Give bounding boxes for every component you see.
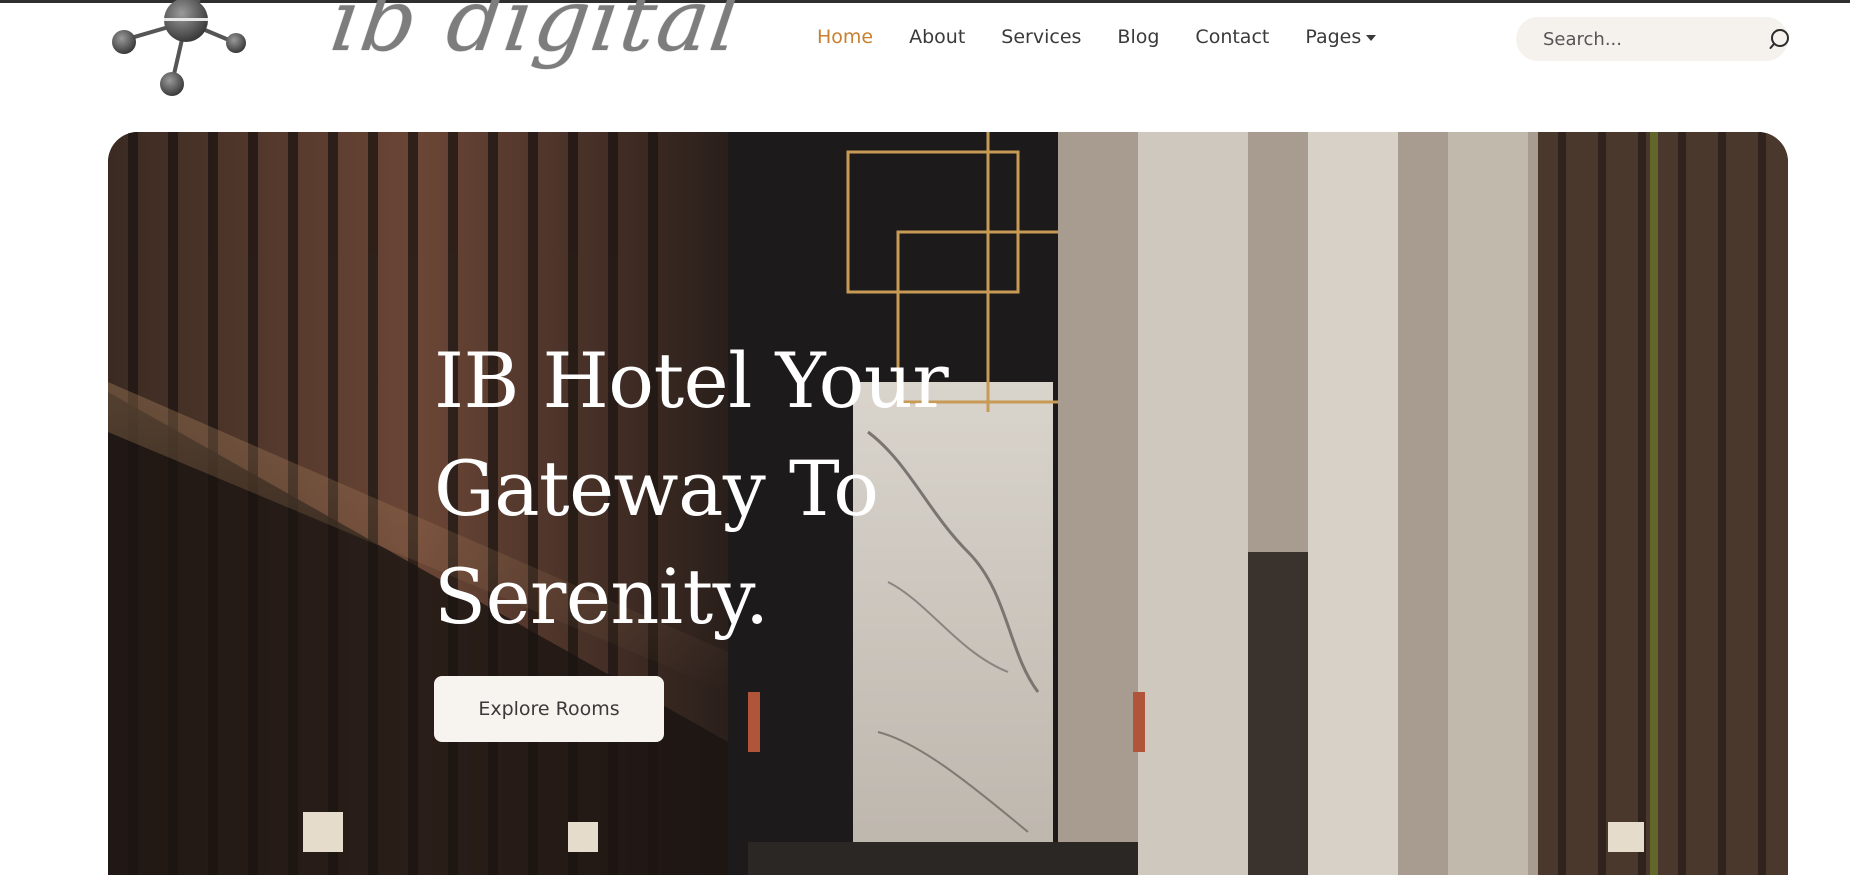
main-nav: Home About Services Blog Contact Pages [817,24,1377,50]
nav-item-blog[interactable]: Blog [1117,24,1159,50]
nav-item-pages-label: Pages [1305,26,1362,48]
nav-item-about[interactable]: About [909,24,965,50]
hero-banner: IB Hotel Your Gateway To Serenity. Explo… [108,132,1788,875]
nav-item-home[interactable]: Home [817,24,873,50]
nav-item-pages[interactable]: Pages [1305,24,1377,50]
logo-molecule-icon[interactable] [108,0,248,103]
site-header: ib digital Home About Services Blog Cont… [0,0,1850,103]
hero-title: IB Hotel Your Gateway To Serenity. [434,336,949,641]
caret-down-icon [1366,34,1377,41]
nav-item-services[interactable]: Services [1001,24,1081,50]
brand-wordmark[interactable]: ib digital [321,0,747,101]
nav-item-contact[interactable]: Contact [1195,24,1269,50]
search-box [1516,17,1789,61]
search-icon[interactable] [1768,26,1792,52]
search-input[interactable] [1543,28,1768,50]
explore-rooms-button[interactable]: Explore Rooms [434,676,664,742]
